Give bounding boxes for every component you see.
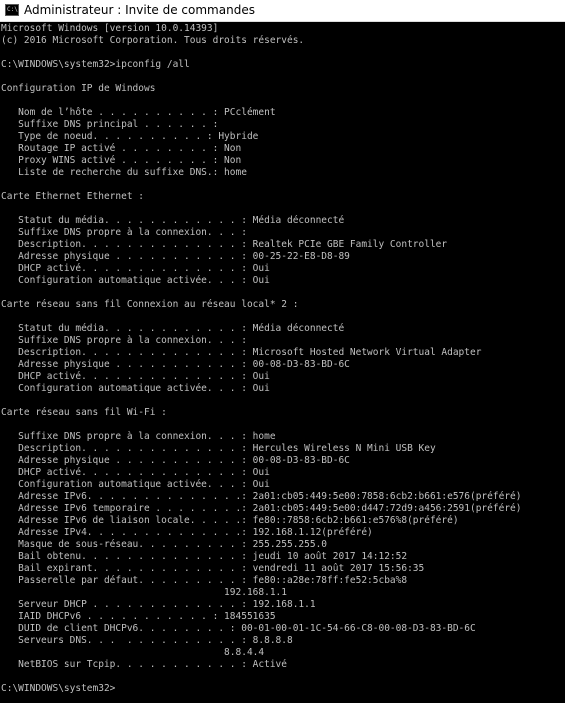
console-line: C:\WINDOWS\system32>ipconfig /all [1,59,190,70]
console-line: Liste de recherche du suffixe DNS.: home [1,167,247,178]
console-line: Description. . . . . . . . . . . . . . :… [1,443,436,454]
console-line: Statut du média. . . . . . . . . . . . :… [1,323,345,334]
console-line: Proxy WINS activé . . . . . . . . : Non [1,155,242,166]
console-line: NetBIOS sur Tcpip. . . . . . . . . . . :… [1,659,287,670]
console-line: Nom de l’hôte . . . . . . . . . . : PCcl… [1,107,276,118]
console-line: IAID DHCPv6 . . . . . . . . . . . : 1845… [1,611,276,622]
console-line: Adresse IPv4. . . . . . . . . . . . . .:… [1,527,373,538]
console-line: Carte réseau sans fil Wi-Fi : [1,407,167,418]
console-line: Carte Ethernet Ethernet : [1,191,144,202]
console-line: Masque de sous-réseau. . . . . . . . . :… [1,539,328,550]
console-line: Carte réseau sans fil Connexion au résea… [1,299,299,310]
console-line: Type de noeud. . . . . . . . . . : Hybri… [1,131,259,142]
console-output[interactable]: Microsoft Windows [version 10.0.14393] (c… [1,23,565,703]
console-line: Adresse IPv6 temporaire . . . . . . . .:… [1,503,522,514]
console-line: Configuration automatique activée. . . :… [1,479,270,490]
console-line: Bail obtenu. . . . . . . . . . . . . . :… [1,551,408,562]
console-line: Passerelle par défaut. . . . . . . . . :… [1,575,408,586]
title-bar[interactable]: C:\ Administrateur : Invite de commandes [0,0,565,22]
console-line: Adresse IPv6. . . . . . . . . . . . . .:… [1,491,522,502]
console-line: DHCP activé. . . . . . . . . . . . . . :… [1,263,270,274]
console-line: Suffixe DNS propre à la connexion. . . :… [1,431,276,442]
command-prompt-window[interactable]: C:\ Administrateur : Invite de commandes… [0,0,565,703]
console-line: Description. . . . . . . . . . . . . . :… [1,239,448,250]
cmd-icon: C:\ [5,4,19,16]
console-line: Configuration automatique activée. . . :… [1,383,270,394]
console-line: DUID de client DHCPv6. . . . . . . . : 0… [1,623,476,634]
console-line: Serveur DHCP . . . . . . . . . . . . . :… [1,599,316,610]
console-line: Microsoft Windows [version 10.0.14393] [1,23,219,34]
console-line: Routage IP activé . . . . . . . . : Non [1,143,242,154]
console-line: Adresse physique . . . . . . . . . . . :… [1,455,350,466]
console-line: Description. . . . . . . . . . . . . . :… [1,347,482,358]
console-line: (c) 2016 Microsoft Corporation. Tous dro… [1,35,305,46]
console-line: Adresse physique . . . . . . . . . . . :… [1,251,350,262]
console-line: Suffixe DNS principal . . . . . . : [1,119,219,130]
console-line: Suffixe DNS propre à la connexion. . . : [1,335,247,346]
console-line: Configuration automatique activée. . . :… [1,275,270,286]
window-title: Administrateur : Invite de commandes [24,3,255,17]
console-text: Microsoft Windows [version 10.0.14393] (c… [1,23,565,695]
console-line: Statut du média. . . . . . . . . . . . :… [1,215,345,226]
command-prompt-line: C:\WINDOWS\system32> [1,683,116,694]
console-line: Bail expirant. . . . . . . . . . . . . :… [1,563,425,574]
console-line: Suffixe DNS propre à la connexion. . . : [1,227,247,238]
console-line: DHCP activé. . . . . . . . . . . . . . :… [1,371,270,382]
console-line: Serveurs DNS. . . . . . . . . . . . . : … [1,635,293,646]
console-line: 192.168.1.1 [1,587,287,598]
console-line: Adresse physique . . . . . . . . . . . :… [1,359,350,370]
console-line: Configuration IP de Windows [1,83,156,94]
console-line: DHCP activé. . . . . . . . . . . . . . :… [1,467,270,478]
console-line: 8.8.4.4 [1,647,265,658]
console-line: Adresse IPv6 de liaison locale. . . . .:… [1,515,459,526]
